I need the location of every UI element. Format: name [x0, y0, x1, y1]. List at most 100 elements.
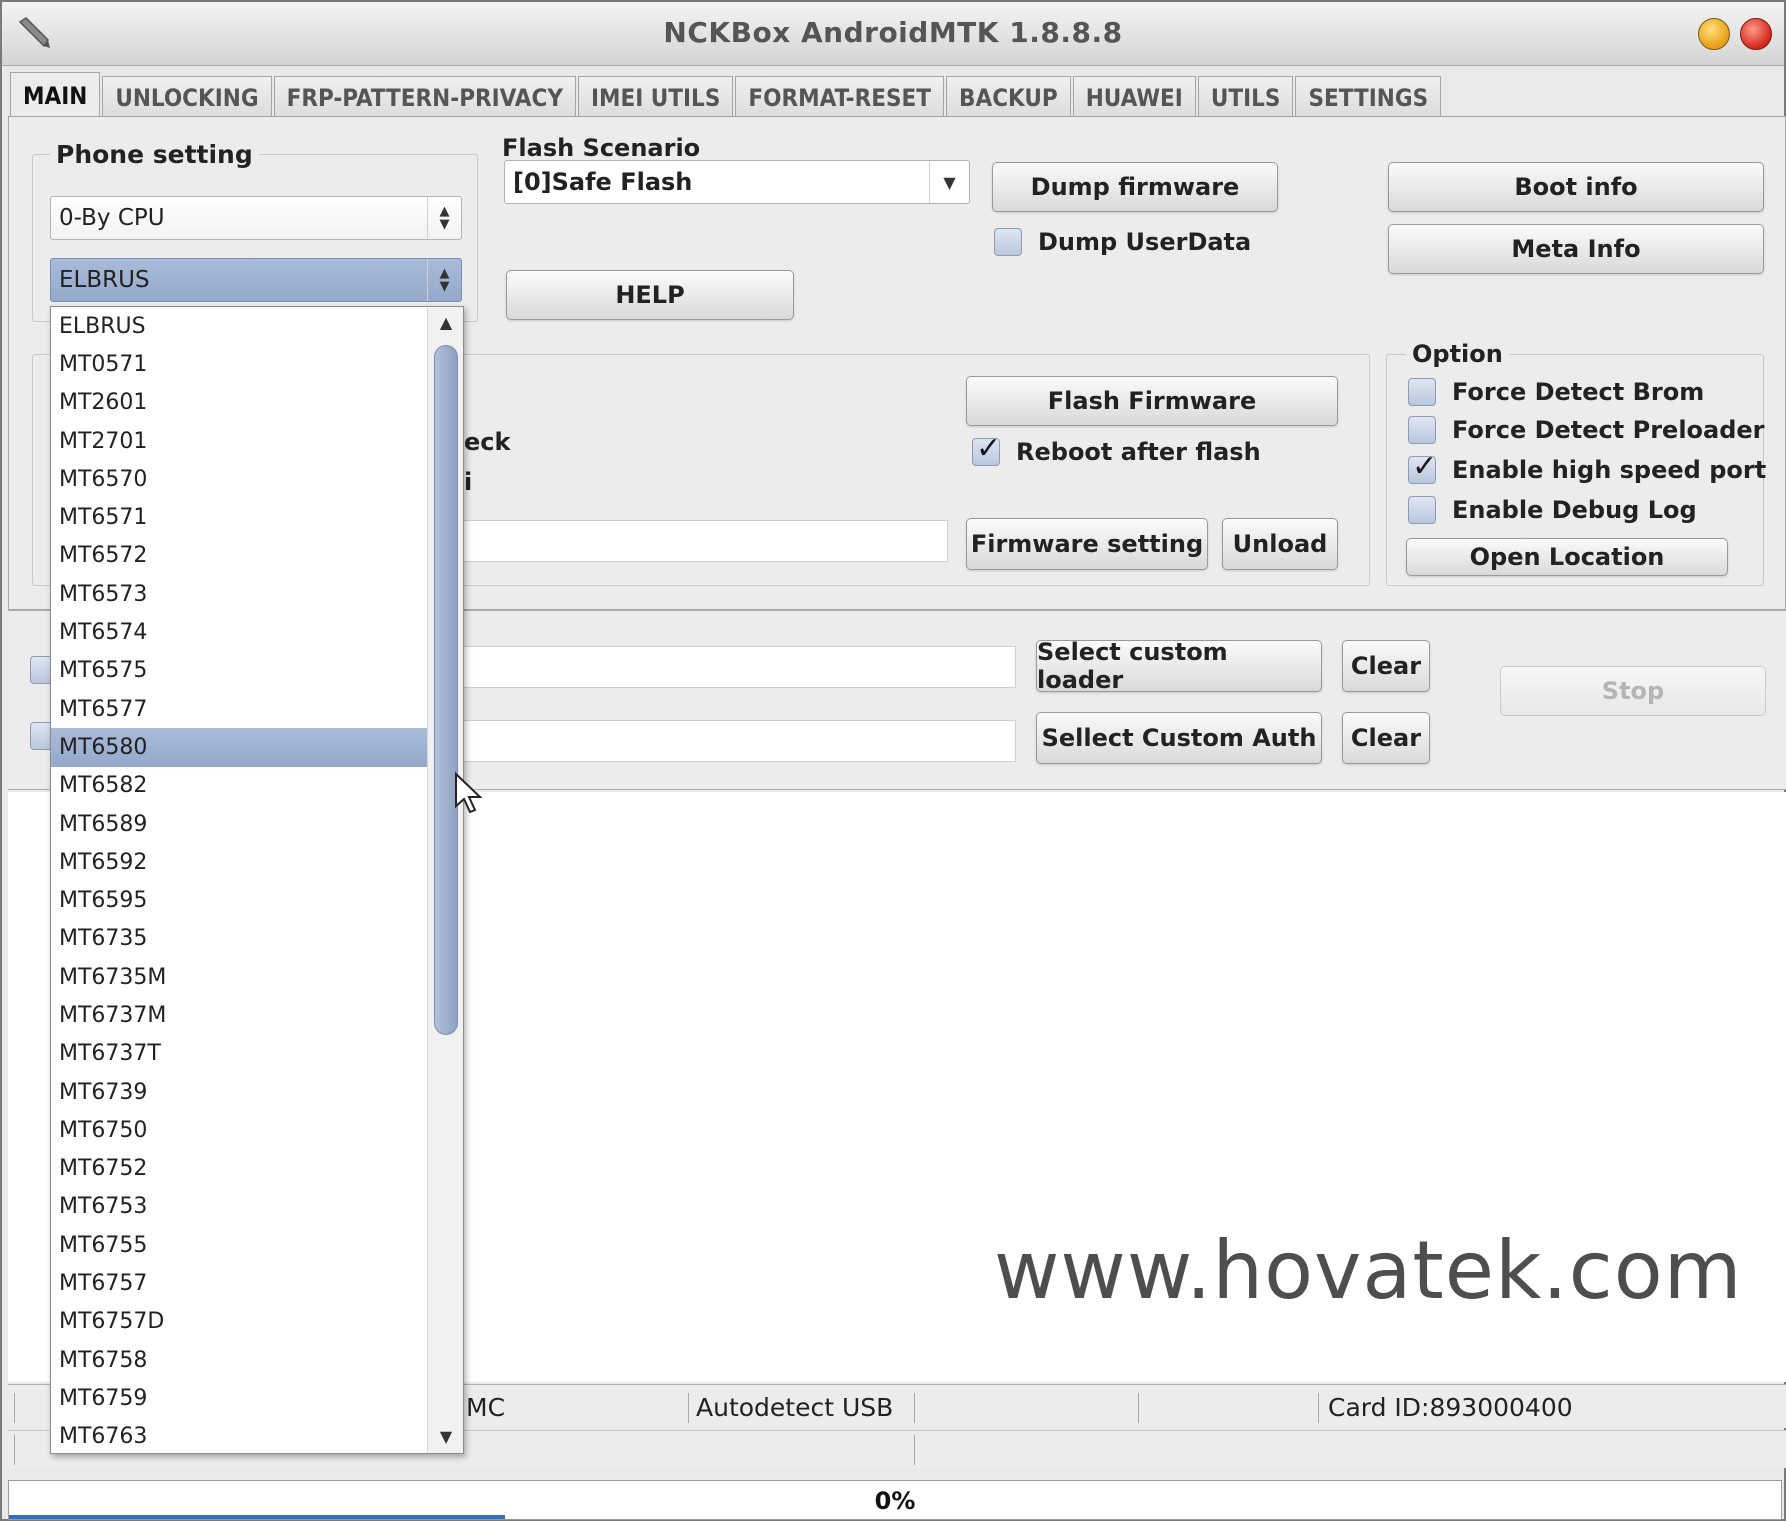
- cpu-option[interactable]: MT2601: [51, 384, 427, 422]
- dropdown-scrollbar[interactable]: ▲ ▼: [427, 307, 463, 1453]
- tab-settings[interactable]: SETTINGS: [1295, 76, 1442, 118]
- status-usb: Autodetect USB: [696, 1393, 894, 1422]
- cpu-option[interactable]: MT0571: [51, 345, 427, 383]
- help-button[interactable]: HELP: [506, 270, 794, 320]
- checkbox-box: [1408, 378, 1436, 406]
- cpu-option-list: ELBRUS MT0571 MT2601 MT2701 MT6570 MT6571 MT65…: [51, 307, 427, 1456]
- close-icon[interactable]: [1740, 18, 1772, 50]
- enable-debug-log-checkbox[interactable]: Enable Debug Log: [1408, 496, 1697, 524]
- status-separator: [14, 1435, 15, 1465]
- spin-arrows-icon: ▲ ▼: [427, 259, 461, 301]
- scroll-up-icon[interactable]: ▲: [428, 309, 464, 337]
- chevron-down-icon: ▼: [929, 161, 969, 203]
- cpu-option[interactable]: MT6575: [51, 652, 427, 690]
- tab-unlocking[interactable]: UNLOCKING: [102, 76, 272, 118]
- tab-frp-pattern-privacy[interactable]: FRP-PATTERN-PRIVACY: [273, 76, 576, 118]
- force-detect-preloader-checkbox[interactable]: Force Detect Preloader: [1408, 416, 1765, 444]
- cpu-option[interactable]: MT6739: [51, 1073, 427, 1111]
- minimize-icon[interactable]: [1698, 18, 1730, 50]
- tab-format-reset[interactable]: FORMAT-RESET: [735, 76, 945, 118]
- mouse-cursor-icon: [455, 772, 483, 814]
- cpu-option[interactable]: MT6759: [51, 1379, 427, 1417]
- status-separator: [1318, 1393, 1319, 1423]
- watermark: www.hovatek.com: [994, 1224, 1743, 1317]
- firmware-path-field[interactable]: [422, 520, 948, 562]
- dump-firmware-button[interactable]: Dump firmware: [992, 162, 1278, 212]
- cpu-option[interactable]: MT6757: [51, 1264, 427, 1302]
- enable-high-speed-port-checkbox[interactable]: ✓ Enable high speed port: [1408, 449, 1766, 484]
- progress-bar: 0%: [8, 1480, 1782, 1520]
- cpu-option[interactable]: MT6589: [51, 805, 427, 843]
- cpu-option[interactable]: ELBRUS: [51, 307, 427, 345]
- dump-userdata-checkbox[interactable]: Dump UserData: [994, 228, 1251, 256]
- checkbox-box: ✓: [1408, 449, 1437, 484]
- meta-info-button[interactable]: Meta Info: [1388, 224, 1764, 274]
- checkbox-box: ✓: [972, 431, 1001, 466]
- checkbox-box: [1408, 416, 1436, 444]
- cpu-option[interactable]: MT6735M: [51, 958, 427, 996]
- cpu-option[interactable]: MT2701: [51, 422, 427, 460]
- clear-loader-button[interactable]: Clear: [1342, 640, 1430, 692]
- reboot-after-flash-label: Reboot after flash: [1016, 438, 1261, 466]
- tab-main[interactable]: MAIN: [10, 72, 101, 118]
- cpu-option[interactable]: MT6750: [51, 1111, 427, 1149]
- cpu-option[interactable]: MT6755: [51, 1226, 427, 1264]
- flash-scenario-select[interactable]: [0]Safe Flash ▼: [504, 160, 970, 204]
- checkbox-box: [1408, 496, 1436, 524]
- tab-backup[interactable]: BACKUP: [946, 76, 1071, 118]
- select-custom-loader-button[interactable]: Select custom loader: [1036, 638, 1322, 694]
- firmware-setting-button[interactable]: Firmware setting: [966, 518, 1208, 570]
- force-detect-brom-checkbox[interactable]: Force Detect Brom: [1408, 378, 1704, 406]
- status-separator: [14, 1393, 15, 1423]
- cpu-option[interactable]: MT6763: [51, 1418, 427, 1456]
- scrollbar-thumb[interactable]: [434, 345, 458, 1035]
- cpu-option[interactable]: MT6737T: [51, 1035, 427, 1073]
- status-separator: [1138, 1393, 1139, 1423]
- cpu-option[interactable]: MT6595: [51, 881, 427, 919]
- cpu-option[interactable]: MT6573: [51, 575, 427, 613]
- force-detect-brom-label: Force Detect Brom: [1452, 378, 1705, 406]
- cpu-select[interactable]: ELBRUS ▲ ▼: [50, 258, 462, 302]
- select-custom-auth-button[interactable]: Sellect Custom Auth: [1036, 712, 1322, 764]
- checkmark-icon: ✓: [976, 431, 1002, 466]
- custom-loader-path-field[interactable]: [422, 646, 1016, 688]
- phone-mode-value: 0-By CPU: [59, 205, 165, 231]
- cpu-dropdown-list[interactable]: ELBRUS MT0571 MT2601 MT2701 MT6570 MT6571 MT65…: [50, 306, 464, 1454]
- cpu-option[interactable]: MT6752: [51, 1150, 427, 1188]
- tab-utils[interactable]: UTILS: [1197, 76, 1294, 118]
- status-separator: [914, 1435, 915, 1465]
- checkbox-box: [994, 228, 1022, 256]
- phone-mode-select[interactable]: 0-By CPU ▲ ▼: [50, 196, 462, 240]
- boot-info-button[interactable]: Boot info: [1388, 162, 1764, 212]
- cpu-option[interactable]: MT6753: [51, 1188, 427, 1226]
- cpu-option[interactable]: MT6737M: [51, 996, 427, 1034]
- cpu-option[interactable]: MT6570: [51, 460, 427, 498]
- option-title: Option: [1406, 340, 1509, 368]
- flash-firmware-button[interactable]: Flash Firmware: [966, 376, 1338, 426]
- tab-imei-utils[interactable]: IMEI UTILS: [577, 76, 734, 118]
- cpu-option[interactable]: MT6592: [51, 843, 427, 881]
- cpu-option[interactable]: MT6582: [51, 767, 427, 805]
- open-location-button[interactable]: Open Location: [1406, 538, 1728, 576]
- scroll-down-icon[interactable]: ▼: [428, 1423, 464, 1451]
- cpu-option[interactable]: MT6580: [51, 728, 427, 767]
- reboot-after-flash-checkbox[interactable]: ✓ Reboot after flash: [972, 431, 1261, 466]
- unload-button[interactable]: Unload: [1222, 518, 1338, 570]
- cpu-option[interactable]: MT6572: [51, 537, 427, 575]
- status-card-id: Card ID:893000400: [1328, 1393, 1573, 1422]
- progress-fill: [9, 1515, 506, 1519]
- cpu-option[interactable]: MT6758: [51, 1341, 427, 1379]
- cpu-option[interactable]: MT6571: [51, 498, 427, 536]
- partial-i-label: i: [464, 468, 473, 496]
- clear-auth-button[interactable]: Clear: [1342, 712, 1430, 764]
- cpu-option[interactable]: MT6574: [51, 613, 427, 651]
- tab-huawei[interactable]: HUAWEI: [1072, 76, 1196, 118]
- stop-button[interactable]: Stop: [1500, 666, 1766, 716]
- cpu-option[interactable]: MT6577: [51, 690, 427, 728]
- cpu-option[interactable]: MT6735: [51, 920, 427, 958]
- enable-debug-log-label: Enable Debug Log: [1452, 496, 1697, 524]
- dump-userdata-label: Dump UserData: [1038, 228, 1252, 256]
- custom-auth-path-field[interactable]: [422, 720, 1016, 762]
- app-window: NCKBox AndroidMTK 1.8.8.8 MAIN UNLOCKING…: [0, 0, 1786, 1521]
- cpu-option[interactable]: MT6757D: [51, 1303, 427, 1341]
